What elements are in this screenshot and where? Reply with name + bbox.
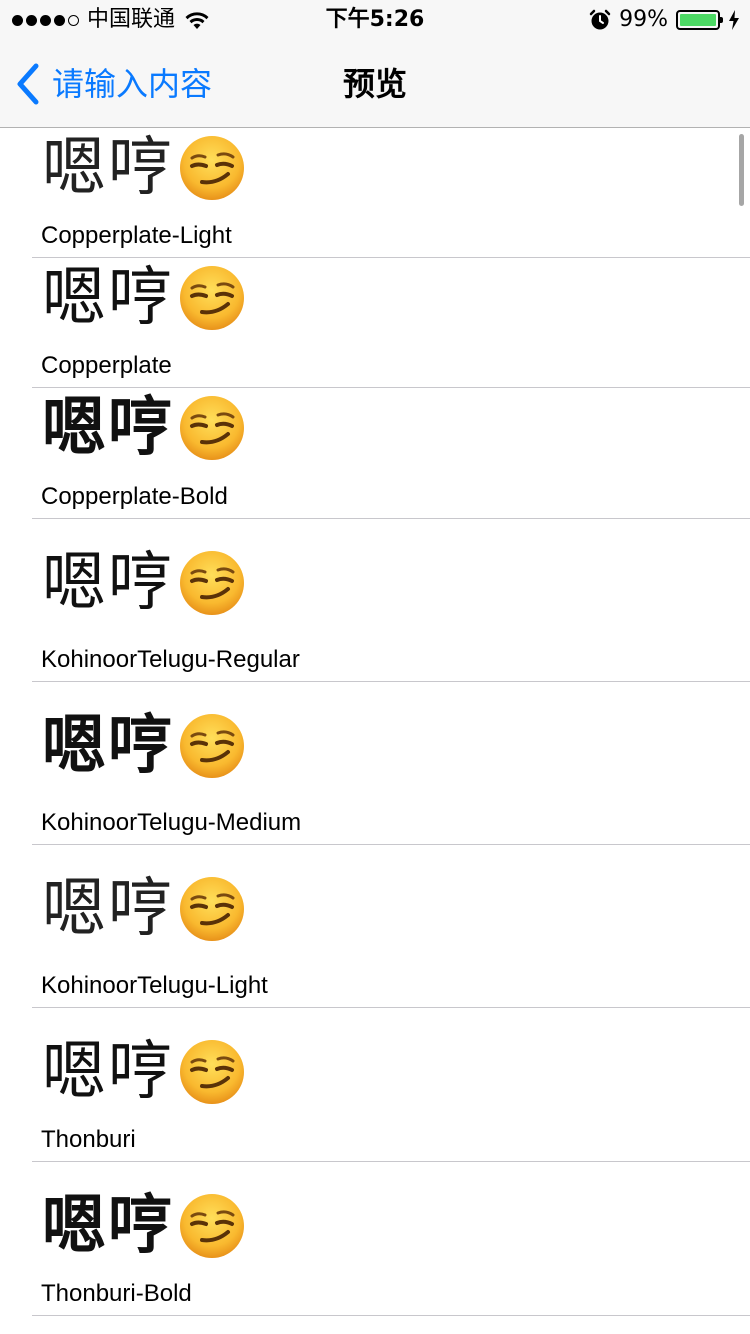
sample-text: 嗯哼 xyxy=(42,546,174,620)
smirking-face-emoji xyxy=(180,551,244,615)
font-row[interactable]: 嗯哼 Copperplate xyxy=(32,258,750,388)
smirking-face-emoji xyxy=(180,877,244,941)
status-right: 99% xyxy=(589,6,740,34)
smirking-face-emoji xyxy=(180,266,244,330)
charging-bolt-icon xyxy=(729,10,739,30)
battery-tip xyxy=(720,17,723,23)
navigation-bar: 请输入内容 预览 xyxy=(0,40,750,128)
font-sample: 嗯哼 xyxy=(42,545,246,621)
alarm-icon xyxy=(589,9,611,30)
font-row[interactable]: 嗯哼 Thonburi-Bold xyxy=(32,1162,750,1316)
font-name-label: Thonburi xyxy=(41,1126,136,1153)
smirking-face-emoji xyxy=(180,1194,244,1258)
font-sample: 嗯哼 xyxy=(42,390,246,466)
smirking-face-emoji xyxy=(180,136,244,200)
sample-text: 嗯哼 xyxy=(42,709,174,783)
battery-icon xyxy=(676,10,723,30)
page-title: 预览 xyxy=(342,65,407,103)
font-sample: 嗯哼 xyxy=(42,871,246,947)
scroll-indicator xyxy=(739,134,744,206)
font-row[interactable]: 嗯哼 KohinoorTelugu-Regular xyxy=(32,519,750,682)
font-row[interactable]: 嗯哼 Thonburi xyxy=(32,1008,750,1162)
font-name-label: Copperplate-Light xyxy=(41,222,232,249)
battery-fill xyxy=(680,14,716,26)
font-name-label: KohinoorTelugu-Light xyxy=(41,972,268,999)
font-preview-list[interactable]: 嗯哼 Copperplate-Light 嗯哼 Copperplate 嗯哼 C… xyxy=(0,128,750,1334)
font-row[interactable]: 嗯哼 KohinoorTelugu-Light xyxy=(32,845,750,1008)
sample-text: 嗯哼 xyxy=(42,391,174,465)
font-name-label: Thonburi-Bold xyxy=(41,1280,192,1307)
font-name-label: KohinoorTelugu-Regular xyxy=(41,646,300,673)
font-sample: 嗯哼 xyxy=(42,708,246,784)
font-row[interactable]: 嗯哼 Copperplate-Light xyxy=(32,128,750,258)
font-name-label: KohinoorTelugu-Medium xyxy=(41,809,302,836)
sample-text: 嗯哼 xyxy=(42,1035,174,1109)
smirking-face-emoji xyxy=(180,396,244,460)
sample-text: 嗯哼 xyxy=(42,872,174,946)
font-name-label: Copperplate xyxy=(41,352,172,379)
font-sample: 嗯哼 xyxy=(42,1188,246,1264)
battery-percent: 99% xyxy=(619,7,668,32)
font-sample: 嗯哼 xyxy=(42,130,246,206)
smirking-face-emoji xyxy=(180,714,244,778)
status-bar: 中国联通 下午5:26 99% xyxy=(0,0,750,40)
sample-text: 嗯哼 xyxy=(42,131,174,205)
sample-text: 嗯哼 xyxy=(42,1189,174,1263)
font-row[interactable]: 嗯哼 Copperplate-Bold xyxy=(32,388,750,519)
font-row[interactable]: 嗯哼 KohinoorTelugu-Medium xyxy=(32,682,750,845)
font-name-label: Copperplate-Bold xyxy=(41,483,228,510)
smirking-face-emoji xyxy=(180,1040,244,1104)
sample-text: 嗯哼 xyxy=(42,261,174,335)
font-sample: 嗯哼 xyxy=(42,260,246,336)
font-sample: 嗯哼 xyxy=(42,1034,246,1110)
